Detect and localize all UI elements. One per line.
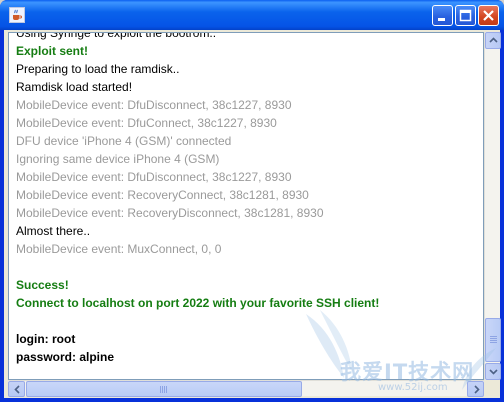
scroll-up-arrow-icon [489,37,498,43]
scroll-down-button[interactable] [485,363,501,380]
close-icon [483,10,494,21]
log-line: MobileDevice event: DfuDisconnect, 38c12… [16,170,292,184]
vertical-scrollbar[interactable] [484,32,501,380]
scroll-right-arrow-icon [474,385,480,394]
title-bar[interactable] [0,0,504,30]
log-line: DFU device 'iPhone 4 (GSM)' connected [16,134,232,148]
log-line: MobileDevice event: RecoveryDisconnect, … [16,206,324,220]
log-line: Using Syringe to exploit the bootrom.. [16,32,217,40]
log-line: Preparing to load the ramdisk.. [16,62,180,76]
scroll-up-button[interactable] [485,32,501,49]
log-line: Success! [16,278,69,292]
log-line: Ignoring same device iPhone 4 (GSM) [16,152,220,166]
scroll-right-button[interactable] [467,381,484,397]
log-line: Exploit sent! [16,44,89,58]
log-line: Ramdisk load started! [16,80,133,94]
minimize-button[interactable] [432,5,453,26]
log-line [16,258,483,276]
scroll-left-arrow-icon [14,385,20,394]
log-line: MobileDevice event: RecoveryConnect, 38c… [16,188,309,202]
log-line [16,312,483,330]
minimize-icon [438,18,445,21]
log-line: MobileDevice event: MuxConnect, 0, 0 [16,242,222,256]
window-client-area: Using Syringe to exploit the bootrom.. Ex… [4,30,501,398]
horizontal-scrollbar[interactable] [8,380,484,397]
scroll-left-button[interactable] [8,381,25,397]
log-list: Using Syringe to exploit the bootrom.. Ex… [16,32,483,366]
log-line: Connect to localhost on port 2022 with y… [16,296,380,310]
log-text-area[interactable]: Using Syringe to exploit the bootrom.. Ex… [8,32,484,380]
java-cup-icon[interactable] [9,7,25,23]
log-line: MobileDevice event: DfuConnect, 38c1227,… [16,116,277,130]
log-line: Almost there.. [16,224,91,238]
scrollbar-corner [484,380,500,396]
close-button[interactable] [478,5,499,26]
log-line: MobileDevice event: DfuDisconnect, 38c12… [16,98,292,112]
log-line: password: alpine [16,350,115,364]
app-window: Using Syringe to exploit the bootrom.. Ex… [0,0,504,402]
maximize-icon [459,9,472,22]
vertical-scroll-thumb[interactable] [485,318,501,362]
horizontal-scroll-thumb[interactable] [26,381,302,397]
maximize-button[interactable] [455,5,476,26]
log-line: login: root [16,332,76,346]
scroll-down-arrow-icon [489,369,498,375]
